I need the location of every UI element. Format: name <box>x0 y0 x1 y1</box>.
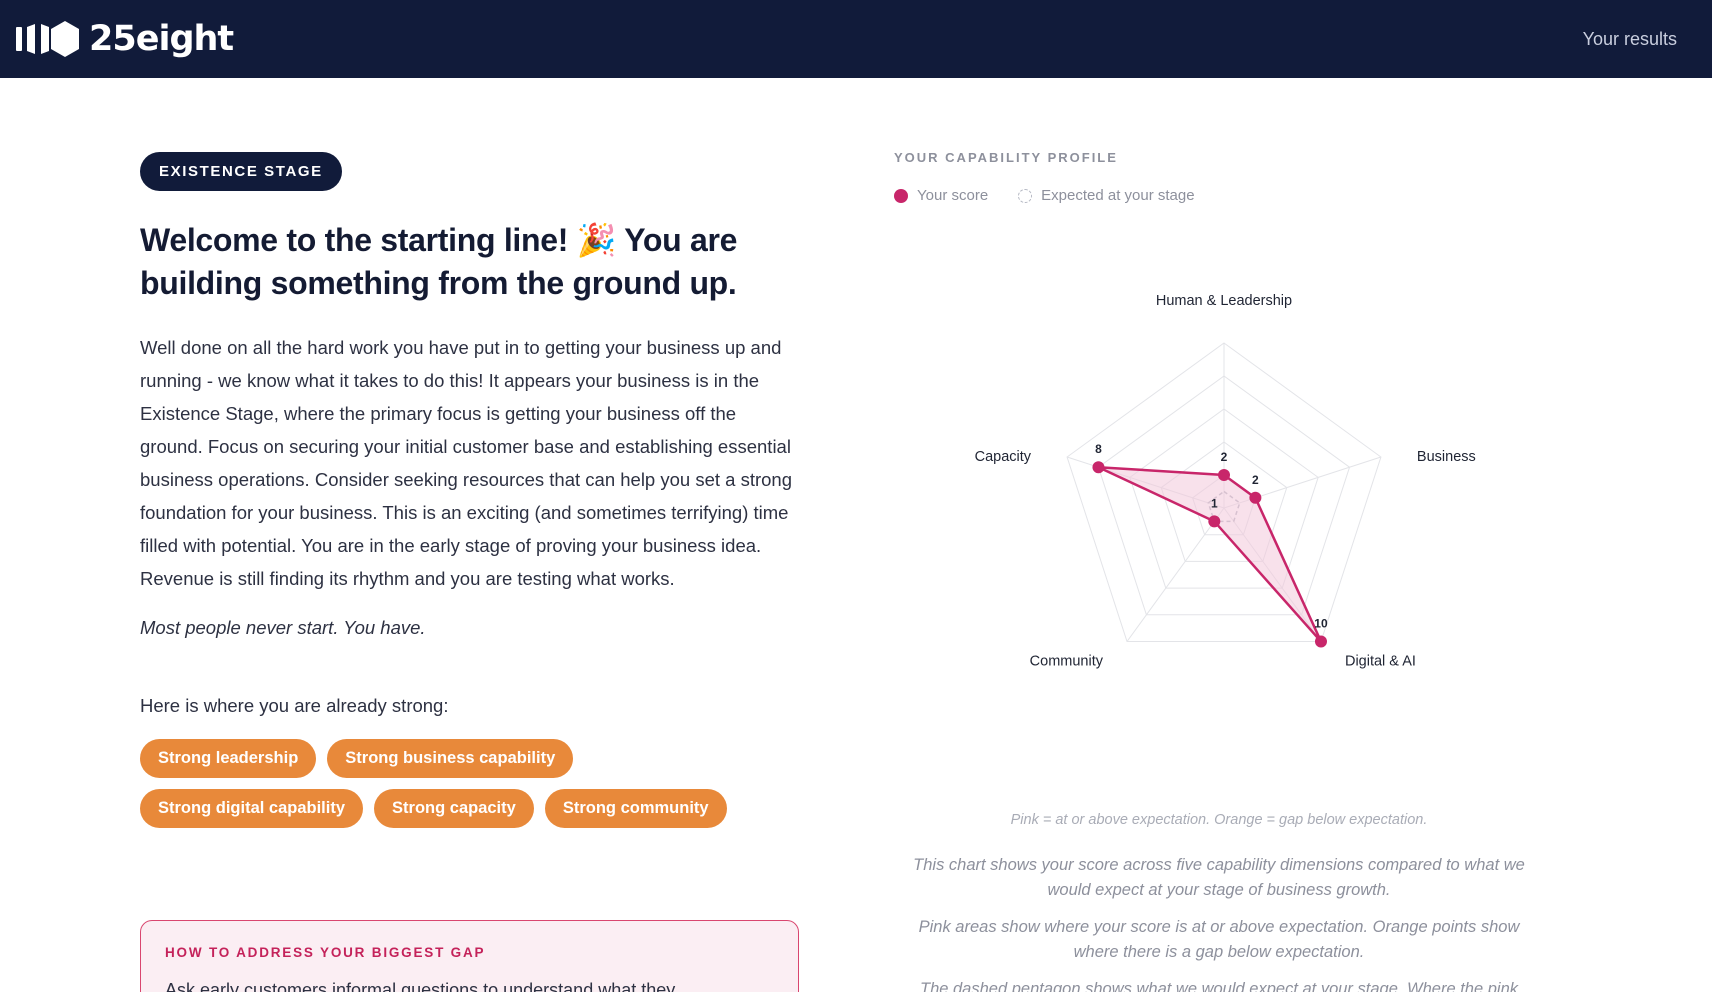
logo-mark-icon <box>16 21 79 57</box>
radar-axis-label: Human & Leadership <box>1156 293 1292 309</box>
results-headline: Welcome to the starting line! 🎉 You are … <box>140 222 738 301</box>
strengths-list: Strong leadership Strong business capabi… <box>140 739 760 828</box>
results-summary: EXISTENCE STAGE Welcome to the starting … <box>140 152 800 992</box>
radar-axis-label: Business <box>1417 449 1476 465</box>
biggest-gap-card: HOW TO ADDRESS YOUR BIGGEST GAP Ask earl… <box>140 920 799 992</box>
score-value-label: 1 <box>1211 496 1218 510</box>
score-point <box>1092 461 1105 474</box>
score-point <box>1208 515 1221 528</box>
capability-profile: YOUR CAPABILITY PROFILE Your score Expec… <box>894 150 1544 204</box>
score-value-label: 2 <box>1252 473 1259 487</box>
strength-chip: Strong community <box>544 789 727 828</box>
legend-your-score: Your score <box>894 187 988 204</box>
chart-color-note: Pink = at or above expectation. Orange =… <box>1010 812 1428 828</box>
chart-note: The dashed pentagon shows what we would … <box>919 980 1519 992</box>
score-point <box>1314 635 1327 648</box>
strengths-intro: Here is where you are already strong: <box>140 695 449 716</box>
strength-chip: Strong business capability <box>327 739 574 778</box>
expected-dashed-circle-icon <box>1018 188 1033 203</box>
score-dot-icon <box>894 188 908 203</box>
gap-card-title: HOW TO ADDRESS YOUR BIGGEST GAP <box>165 945 486 960</box>
gap-card-text: Ask early customers informal questions t… <box>165 980 676 992</box>
strength-chip: Strong capacity <box>374 789 534 828</box>
legend-expected: Expected at your stage <box>1018 187 1195 204</box>
top-navbar: 25eight Your results <box>0 0 1712 78</box>
strength-chip: Strong digital capability <box>140 789 364 828</box>
radar-axis-label: Capacity <box>975 449 1032 465</box>
chart-note: Pink areas show where your score is at o… <box>918 918 1520 961</box>
score-value-label: 8 <box>1095 442 1102 456</box>
radar-spoke <box>1126 507 1225 642</box>
score-point <box>1218 469 1230 481</box>
legend-score-label: Your score <box>917 187 989 204</box>
capability-radar-chart: 221018Human & LeadershipBusinessDigital … <box>975 293 1476 669</box>
profile-label: YOUR CAPABILITY PROFILE <box>894 150 1118 165</box>
stage-badge: EXISTENCE STAGE <box>140 152 342 191</box>
legend-expected-label: Expected at your stage <box>1041 187 1195 204</box>
stage-tagline: Most people never start. You have. <box>140 617 426 638</box>
score-polygon <box>1097 465 1323 643</box>
radar-axis-label: Digital & AI <box>1345 653 1416 669</box>
chart-legend: Your score Expected at your stage <box>894 187 1544 204</box>
radar-axis-label: Community <box>1030 653 1104 669</box>
stage-description: Well done on all the hard work you have … <box>140 337 792 589</box>
score-point <box>1249 491 1262 504</box>
brand-name: 25eight <box>89 19 234 59</box>
chart-notes: Pink = at or above expectation. Orange =… <box>894 812 1544 992</box>
strength-chip: Strong leadership <box>140 739 317 778</box>
nav-your-results[interactable]: Your results <box>1583 29 1677 50</box>
score-value-label: 10 <box>1314 616 1328 630</box>
brand-logo[interactable]: 25eight <box>15 19 234 59</box>
score-value-label: 2 <box>1221 450 1228 464</box>
chart-note: This chart shows your score across five … <box>913 856 1525 899</box>
